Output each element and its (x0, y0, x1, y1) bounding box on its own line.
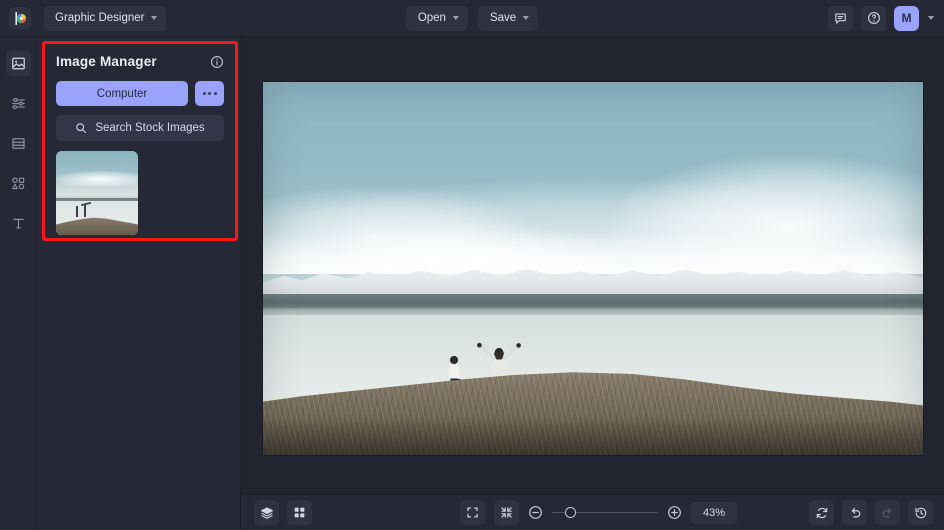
file-actions: Open Save (405, 5, 539, 31)
app-root: Graphic Designer Open Save M Image Manag… (0, 0, 944, 530)
document-name-label: Graphic Designer (55, 12, 145, 24)
chevron-down-icon (523, 16, 530, 20)
thumbnail-person-left (75, 205, 78, 217)
grid-button[interactable] (287, 500, 312, 525)
source-row: Computer (56, 81, 224, 106)
zoom-level-value: 43% (702, 506, 726, 519)
panel-header: Image Manager (56, 54, 224, 69)
history-icon (914, 507, 926, 518)
history-controls (809, 500, 933, 525)
more-horizontal-icon (213, 92, 217, 95)
plus-circle-icon (668, 506, 681, 519)
bottom-toolbar: 43% (242, 494, 944, 530)
layers-button[interactable] (254, 500, 279, 525)
bottom-left-tools (254, 500, 312, 525)
feedback-button[interactable] (828, 5, 853, 31)
sidebar-item-elements[interactable] (6, 171, 31, 196)
thumbnail-person-right (83, 204, 86, 217)
sliders-icon (11, 97, 25, 110)
save-button-label: Save (489, 12, 517, 24)
account-chevron-down-icon[interactable] (928, 16, 934, 20)
reset-button[interactable] (809, 500, 834, 525)
shrink-button[interactable] (494, 500, 519, 525)
frame-icon (11, 138, 25, 149)
text-icon (12, 218, 24, 229)
side-panel: Image Manager Computer Search Stock Imag… (37, 37, 241, 530)
top-bar: Graphic Designer Open Save M (0, 0, 944, 37)
more-horizontal-icon (208, 92, 211, 95)
thumbnail-clouds (56, 171, 138, 187)
collapse-icon (501, 507, 512, 518)
more-options-button[interactable] (195, 81, 224, 106)
grid-icon (294, 507, 305, 518)
list-item[interactable] (56, 151, 138, 235)
sidebar-item-layouts[interactable] (6, 131, 31, 156)
avatar-initial: M (901, 11, 912, 25)
search-icon (76, 123, 87, 134)
chevron-down-icon (151, 16, 158, 20)
document-name-dropdown[interactable]: Graphic Designer (44, 5, 167, 31)
sidebar-item-image-manager[interactable] (5, 51, 31, 76)
image-canvas[interactable] (263, 82, 923, 455)
help-circle-icon (867, 12, 880, 24)
canvas-stage (242, 37, 944, 494)
fit-screen-icon (467, 507, 478, 518)
computer-button-label: Computer (96, 87, 148, 100)
sidebar-item-adjustments[interactable] (6, 91, 31, 116)
open-button-label: Open (417, 12, 446, 24)
open-button[interactable]: Open (405, 5, 468, 31)
search-stock-images-button[interactable]: Search Stock Images (56, 115, 224, 141)
history-button[interactable] (908, 500, 933, 525)
sidebar-item-text[interactable] (6, 211, 31, 236)
tool-rail (0, 37, 37, 530)
redo-button[interactable] (875, 500, 900, 525)
layers-icon (260, 506, 273, 519)
zoom-controls: 43% (460, 500, 737, 525)
more-horizontal-icon (202, 92, 206, 95)
computer-button[interactable]: Computer (56, 81, 188, 106)
account-actions: M (828, 5, 934, 31)
info-circle-icon[interactable] (210, 55, 224, 69)
undo-icon (851, 507, 860, 517)
comment-icon (835, 13, 846, 24)
canvas-foreground-shadow (263, 417, 923, 455)
reset-icon (816, 507, 827, 518)
redo-icon (882, 507, 891, 517)
shapes-icon (11, 177, 24, 190)
image-icon (11, 57, 25, 70)
minus-circle-icon (529, 506, 542, 519)
save-button[interactable]: Save (477, 5, 539, 31)
zoom-slider-knob[interactable] (564, 507, 576, 518)
page-title: Image Manager (56, 54, 157, 69)
undo-button[interactable] (842, 500, 867, 525)
help-button[interactable] (861, 5, 886, 31)
zoom-slider[interactable] (552, 506, 658, 520)
zoom-out-button[interactable] (528, 505, 543, 520)
fit-screen-button[interactable] (460, 500, 485, 525)
zoom-level-field[interactable]: 43% (691, 501, 737, 524)
app-logo[interactable] (9, 7, 31, 29)
color-wheel-logo-icon (14, 11, 26, 25)
zoom-in-button[interactable] (667, 505, 682, 520)
avatar[interactable]: M (894, 5, 919, 31)
image-manager-panel: Image Manager Computer Search Stock Imag… (42, 41, 238, 241)
search-stock-images-label: Search Stock Images (95, 122, 205, 134)
chevron-down-icon (452, 16, 459, 20)
canvas-cloud-base (263, 232, 923, 274)
